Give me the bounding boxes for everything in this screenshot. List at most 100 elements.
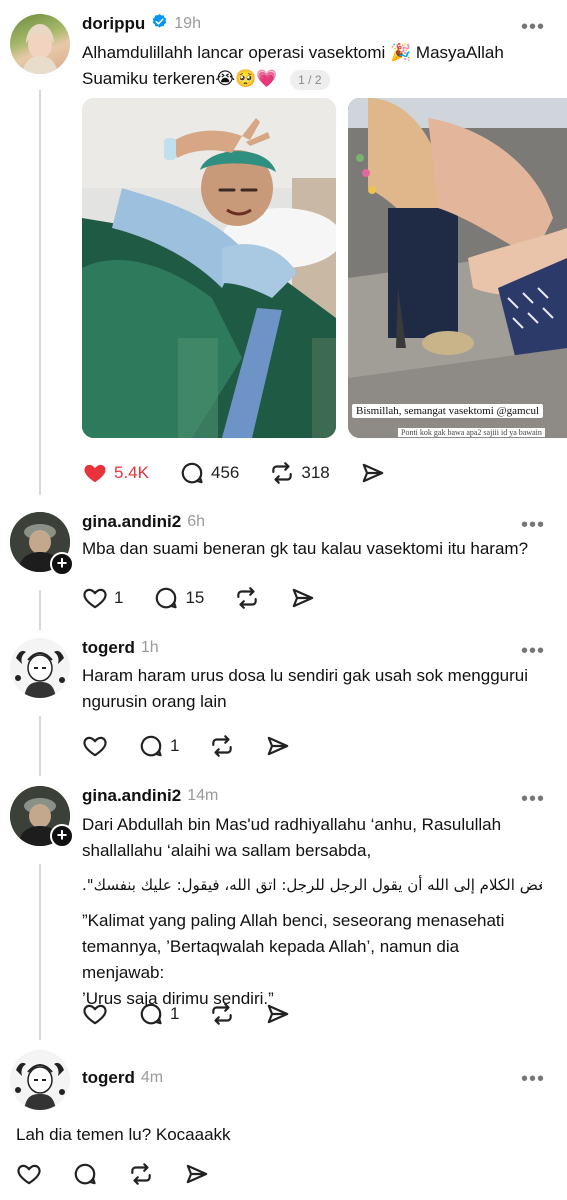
avatar[interactable] (10, 14, 70, 74)
reply-button[interactable]: 1 (138, 1001, 179, 1027)
share-send-icon (184, 1161, 210, 1187)
reply-count: 15 (185, 588, 205, 607)
comment-quote-line: temannya, ’Bertaqwalah kepada Allah’, na… (82, 937, 460, 982)
like-button[interactable] (16, 1161, 42, 1187)
main-post: dorippu 19h ••• Alhamdulillahh lancar op… (0, 0, 567, 500)
share-button[interactable] (184, 1161, 210, 1187)
comment: + gina.andini2 6h ••• Mba dan suami bene… (0, 510, 567, 630)
more-options-icon[interactable]: ••• (521, 1069, 545, 1089)
thread-line (39, 716, 41, 776)
timestamp: 4m (140, 1069, 164, 1086)
like-count: 5.4K (114, 463, 149, 482)
timestamp: 6h (187, 513, 205, 530)
share-send-icon (360, 460, 386, 486)
share-send-icon (290, 585, 316, 611)
reply-count: 1 (170, 736, 180, 755)
share-send-icon (265, 1001, 291, 1027)
repost-button[interactable]: 318 (269, 460, 330, 486)
post-text: Alhamdulillahh lancar operasi vasektomi … (82, 40, 542, 92)
comment-text-line: Dari Abdullah bin Mas'ud radhiyallahu ‘a… (82, 815, 502, 834)
reply-bubble-icon (138, 733, 164, 759)
thread-line (39, 590, 41, 630)
timestamp: 14m (187, 787, 219, 804)
follow-plus-icon[interactable]: + (50, 824, 74, 848)
image-caption-sub-text: Ponti kok gak bawa apa2 sajiii id ya baw… (401, 428, 542, 437)
post-image-2[interactable]: Bismillah, semangat vasektomi @gamcul Po… (348, 98, 567, 438)
post-header: dorippu 19h (82, 12, 201, 36)
comment-text: Mba dan suami beneran gk tau kalau vasek… (82, 539, 529, 558)
reply-count: 1 (170, 1004, 180, 1023)
like-button[interactable] (82, 733, 108, 759)
username[interactable]: togerd (82, 638, 135, 658)
comment-text: Lah dia temen lu? Kocaaakk (16, 1125, 231, 1144)
comment-actions: 1 (82, 732, 321, 760)
comment-actions: 1 15 (82, 584, 346, 612)
share-send-icon (265, 733, 291, 759)
comment-text-line: ngurusin orang lain (82, 692, 227, 711)
repost-button[interactable] (209, 733, 235, 759)
more-options-icon[interactable]: ••• (521, 789, 545, 809)
comment-actions: 1 (82, 1000, 321, 1028)
like-button[interactable]: 5.4K (82, 460, 149, 486)
thread-line (39, 864, 41, 1040)
repost-icon (234, 585, 260, 611)
post-text-line: Alhamdulillahh lancar operasi vasektomi … (82, 43, 504, 62)
repost-button[interactable] (209, 1001, 235, 1027)
reply-button[interactable]: 15 (153, 585, 204, 611)
more-options-icon[interactable]: ••• (521, 515, 545, 535)
comment-text: Dari Abdullah bin Mas'ud radhiyallahu ‘a… (82, 812, 542, 864)
comment: togerd 4m ••• Lah dia temen lu? Kocaaakk (0, 1050, 567, 1200)
repost-button[interactable] (234, 585, 260, 611)
comment-actions (16, 1160, 240, 1188)
comment-header: togerd 4m (82, 1066, 163, 1090)
image-caption-secondary: Ponti kok gak bawa apa2 sajiii id ya baw… (398, 428, 545, 437)
repost-icon (209, 1001, 235, 1027)
reply-bubble-icon (179, 460, 205, 486)
timestamp: 19h (174, 15, 201, 32)
more-options-icon[interactable]: ••• (521, 641, 545, 661)
heart-filled-icon (82, 460, 108, 486)
heart-icon (82, 733, 108, 759)
repost-icon (269, 460, 295, 486)
comment-quote: ”Kalimat yang paling Allah benci, seseor… (82, 908, 542, 1012)
avatar[interactable] (10, 1050, 70, 1110)
comment-text-line: Haram haram urus dosa lu sendiri gak usa… (82, 666, 529, 685)
repost-button[interactable] (128, 1161, 154, 1187)
post-text-line: Suamiku terkeren😭🥺💗 (82, 69, 278, 88)
comment-text-line: shallallahu ‘alaihi wa sallam bersabda, (82, 841, 372, 860)
share-button[interactable] (265, 1001, 291, 1027)
post-actions: 5.4K 456 318 (82, 459, 416, 487)
reply-count: 456 (210, 463, 240, 482)
username[interactable]: gina.andini2 (82, 512, 181, 532)
username[interactable]: togerd (82, 1068, 135, 1088)
repost-icon (209, 733, 235, 759)
reply-bubble-icon (138, 1001, 164, 1027)
repost-count: 318 (301, 463, 330, 482)
reply-button[interactable]: 456 (179, 460, 239, 486)
verified-badge-icon (151, 13, 168, 35)
reply-bubble-icon (153, 585, 179, 611)
reply-button[interactable] (72, 1161, 98, 1187)
share-button[interactable] (265, 733, 291, 759)
heart-icon (82, 1001, 108, 1027)
more-options-icon[interactable]: ••• (521, 17, 545, 37)
follow-plus-icon[interactable]: + (50, 552, 74, 576)
comment: + gina.andini2 14m ••• Dari Abdullah bin… (0, 784, 567, 1044)
comment-header: gina.andini2 14m (82, 784, 218, 808)
page-indicator: 1 / 2 (290, 69, 330, 90)
username[interactable]: dorippu (82, 14, 145, 34)
username[interactable]: gina.andini2 (82, 786, 181, 806)
comment-header: togerd 1h (82, 636, 159, 660)
like-button[interactable]: 1 (82, 585, 123, 611)
comment: togerd 1h ••• Haram haram urus dosa lu s… (0, 636, 567, 776)
share-button[interactable] (360, 460, 386, 486)
reply-button[interactable]: 1 (138, 733, 179, 759)
like-button[interactable] (82, 1001, 108, 1027)
avatar[interactable] (10, 638, 70, 698)
image-caption: Bismillah, semangat vasektomi @gamcul (352, 404, 544, 418)
thread-line (39, 90, 41, 495)
post-image-1[interactable] (82, 98, 336, 438)
share-button[interactable] (290, 585, 316, 611)
repost-icon (128, 1161, 154, 1187)
heart-icon (16, 1161, 42, 1187)
